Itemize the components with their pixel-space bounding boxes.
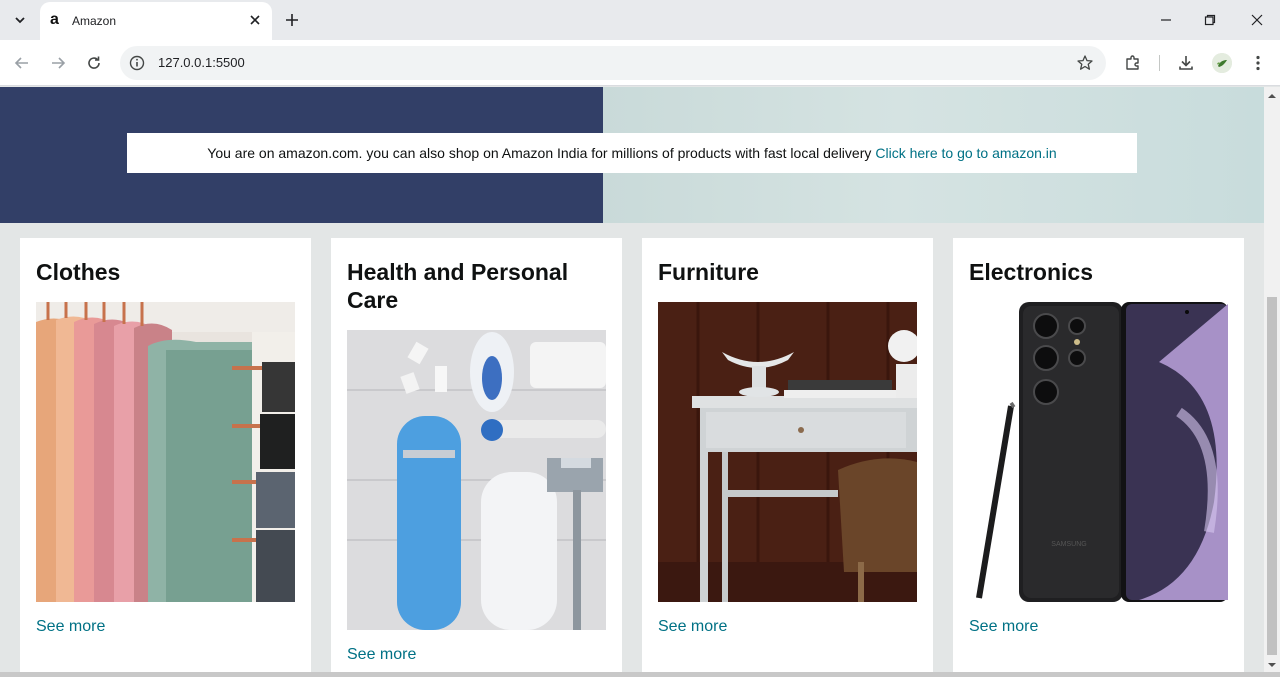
page-viewport: You are on amazon.com. you can also shop… [0, 87, 1264, 672]
chevron-down-icon [15, 17, 25, 24]
smartphone-picture: SAMSUNG [969, 302, 1228, 602]
tab-search-button[interactable] [6, 6, 34, 34]
scroll-up-arrow-icon[interactable] [1268, 92, 1276, 100]
category-card-clothes: Clothes See more [20, 238, 311, 672]
downloads-button[interactable] [1175, 52, 1197, 74]
close-icon [1251, 14, 1263, 26]
category-card-electronics: Electronics SAMSUNG See more [953, 238, 1244, 672]
card-title: Clothes [36, 259, 121, 285]
furniture-image[interactable] [658, 302, 917, 602]
profile-leaf-icon [1212, 53, 1232, 73]
minimize-icon [1161, 19, 1171, 21]
see-more-link[interactable]: See more [36, 618, 105, 636]
desk-picture [658, 302, 917, 602]
electronics-image[interactable]: SAMSUNG [969, 302, 1228, 602]
tab-title: Amazon [72, 14, 117, 28]
new-tab-button[interactable] [280, 8, 304, 32]
card-title: Electronics [969, 259, 1093, 285]
phone-brand-text: SAMSUNG [1051, 541, 1086, 548]
plus-icon [286, 14, 298, 26]
scrollbar-thumb[interactable] [1267, 297, 1277, 655]
more-vert-icon [1256, 55, 1260, 71]
url-text[interactable]: 127.0.0.1:5500 [158, 55, 245, 70]
reload-button[interactable] [81, 50, 107, 76]
see-more-link[interactable]: See more [347, 646, 416, 664]
see-more-link[interactable]: See more [658, 618, 727, 636]
address-bar[interactable]: 127.0.0.1:5500 [120, 46, 1106, 80]
clothes-hanger-picture [36, 302, 295, 602]
card-title: Furniture [658, 259, 759, 285]
amazon-in-link[interactable]: Click here to go to amazon.in [875, 145, 1056, 161]
close-icon[interactable] [248, 13, 262, 27]
profile-avatar[interactable] [1212, 53, 1232, 73]
arrow-right-icon [52, 57, 66, 69]
info-icon[interactable] [128, 54, 146, 72]
restore-button[interactable] [1190, 6, 1230, 34]
category-card-furniture: Furniture See more [642, 238, 933, 672]
tab-bar: a Amazon [0, 0, 1280, 40]
hero-banner: You are on amazon.com. you can also shop… [0, 87, 1264, 223]
window-bottom-edge [0, 672, 1280, 677]
extensions-button[interactable] [1122, 52, 1144, 74]
shop-india-notice: You are on amazon.com. you can also shop… [127, 133, 1137, 173]
back-button[interactable] [9, 50, 35, 76]
puzzle-icon [1126, 55, 1139, 70]
close-window-button[interactable] [1237, 6, 1277, 34]
browser-tab[interactable]: a Amazon [40, 2, 272, 40]
category-card-health: Health and Personal Care See more [331, 238, 622, 672]
toolbar-divider [1159, 55, 1160, 71]
reload-icon [88, 56, 100, 69]
health-image[interactable] [347, 330, 606, 630]
card-title: Health and Personal Care [347, 259, 569, 313]
scroll-down-arrow-icon[interactable] [1268, 661, 1276, 669]
menu-button[interactable] [1247, 52, 1269, 74]
browser-toolbar: 127.0.0.1:5500 [0, 40, 1280, 86]
personal-care-picture [347, 330, 606, 630]
star-icon[interactable] [1076, 54, 1094, 72]
restore-icon [1204, 14, 1216, 26]
download-icon [1179, 56, 1193, 70]
notice-text: You are on amazon.com. you can also shop… [207, 145, 872, 161]
see-more-link[interactable]: See more [969, 618, 1038, 636]
minimize-button[interactable] [1146, 6, 1186, 34]
vertical-scrollbar[interactable] [1264, 87, 1280, 672]
amazon-favicon-icon: a [50, 11, 59, 28]
arrow-left-icon [14, 57, 28, 69]
forward-button[interactable] [45, 50, 71, 76]
clothes-image[interactable] [36, 302, 295, 602]
